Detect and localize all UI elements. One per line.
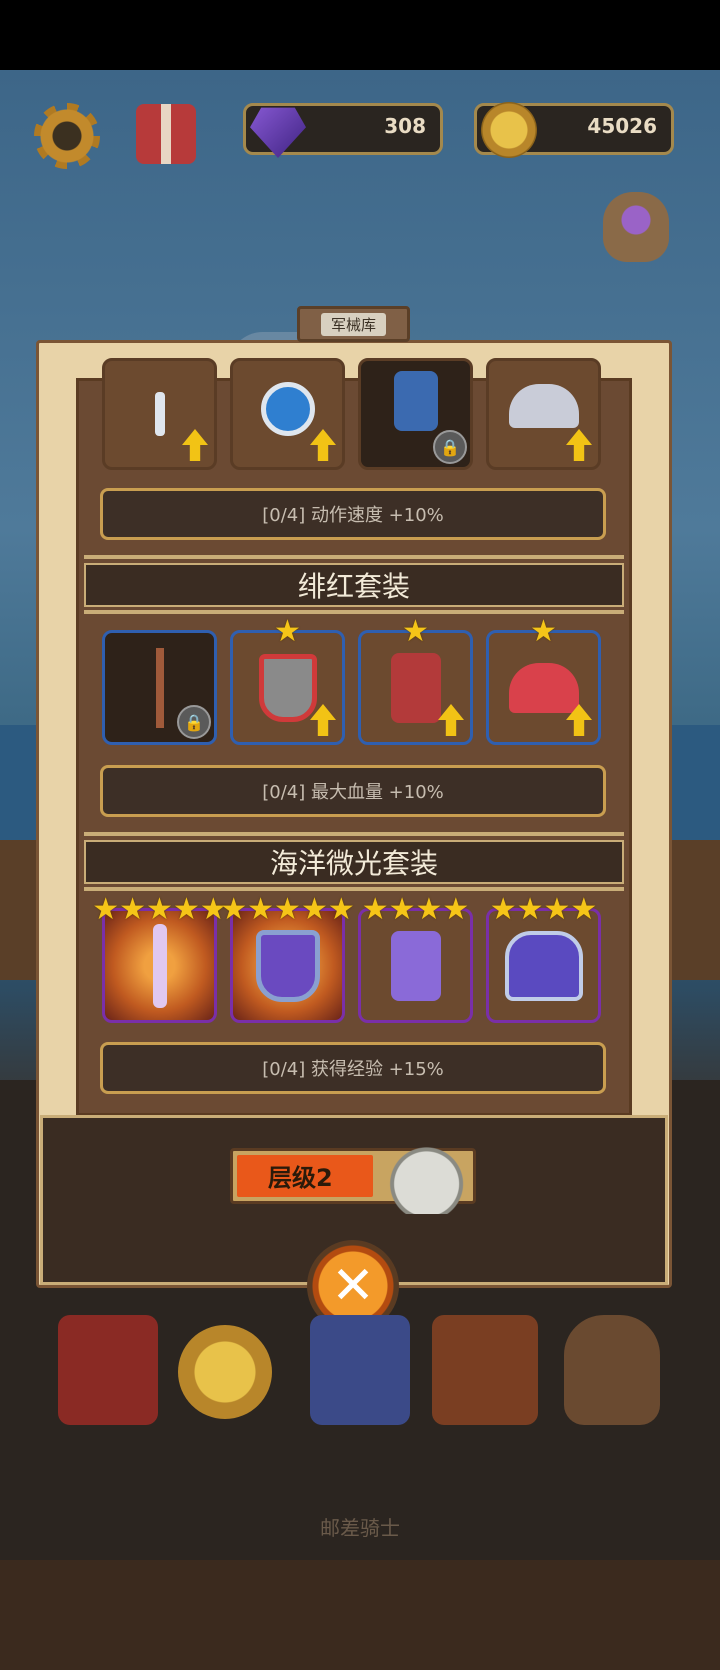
equipment-slot-ring[interactable] xyxy=(230,358,345,470)
divider xyxy=(84,887,624,891)
nav-cards-icon[interactable] xyxy=(310,1315,410,1425)
set-title: 海洋微光套装 xyxy=(84,840,624,884)
nav-backpack-icon[interactable] xyxy=(432,1315,538,1425)
equipment-slot-helmet[interactable] xyxy=(486,358,601,470)
equipment-slot-sword[interactable]: ★ ★ ★ ★ ★ xyxy=(92,895,227,1023)
coin-icon xyxy=(481,102,537,158)
star-icon: ★ xyxy=(220,892,248,927)
equipment-slot-armor[interactable]: ★ ★ ★ ★ xyxy=(358,895,473,1023)
star-icon: ★ xyxy=(274,614,301,649)
equipment-slot-dagger[interactable] xyxy=(102,358,217,470)
star-icon: ★ xyxy=(489,892,517,927)
star-icon: ★ xyxy=(516,892,544,927)
star-icon: ★ xyxy=(570,892,598,927)
star-icon: ★ xyxy=(361,892,389,927)
panel-title: 军械库 xyxy=(297,306,410,342)
equipment-slot-helmet[interactable]: ★ xyxy=(486,617,601,745)
star-icon: ★ xyxy=(119,892,147,927)
star-rating: ★ xyxy=(489,617,598,647)
star-icon: ★ xyxy=(415,892,443,927)
bottom-bar xyxy=(0,1560,720,1670)
star-rating: ★ ★ ★ ★ xyxy=(489,895,598,925)
close-icon: ✕ xyxy=(331,1256,375,1316)
divider xyxy=(84,832,624,836)
app-title: 邮差骑士 xyxy=(320,1516,400,1540)
shield-icon xyxy=(258,653,317,722)
equipment-slot-armor[interactable]: 🔒 xyxy=(358,358,473,470)
staff-icon xyxy=(155,647,164,728)
star-icon: ★ xyxy=(247,892,275,927)
equipment-slot-shield[interactable]: ★ ★ ★ ★ ★ xyxy=(220,895,355,1023)
star-rating: ★ ★ ★ ★ ★ xyxy=(92,892,227,927)
gem-counter[interactable]: 308 xyxy=(243,103,443,158)
equipment-slot-staff[interactable]: 🔒 xyxy=(102,630,217,745)
nav-book-icon[interactable] xyxy=(58,1315,158,1425)
star-icon: ★ xyxy=(442,892,470,927)
star-icon: ★ xyxy=(543,892,571,927)
upgrade-arrow-icon xyxy=(310,429,336,461)
coin-count: 45026 xyxy=(587,114,657,138)
upgrade-arrow-icon xyxy=(182,429,208,461)
gem-icon xyxy=(250,107,306,158)
divider xyxy=(84,555,624,559)
star-rating: ★ xyxy=(233,617,342,647)
equipment-slot-shield[interactable]: ★ xyxy=(230,617,345,745)
helmet-sword-icon xyxy=(376,1128,468,1214)
star-icon: ★ xyxy=(92,892,120,927)
ring-icon xyxy=(260,381,315,436)
gem-bag-icon[interactable] xyxy=(603,192,669,262)
set-bonus: [0/4] 最大血量 +10% xyxy=(100,765,606,817)
set-title: 绯红套装 xyxy=(84,563,624,607)
helmet-icon xyxy=(508,662,579,713)
gift-icon[interactable] xyxy=(136,104,196,164)
dagger-icon xyxy=(154,392,165,436)
equipment-slot-armor[interactable]: ★ xyxy=(358,617,473,745)
star-icon: ★ xyxy=(146,892,173,927)
gear-icon[interactable] xyxy=(34,103,100,169)
star-icon: ★ xyxy=(274,892,301,927)
star-rating: ★ ★ ★ ★ ★ xyxy=(220,892,355,927)
armor-icon xyxy=(390,652,441,723)
helmet-icon xyxy=(504,930,583,1001)
set-bonus: [0/4] 获得经验 +15% xyxy=(100,1042,606,1094)
upgrade-arrow-icon xyxy=(310,704,336,736)
upgrade-arrow-icon xyxy=(438,704,464,736)
coin-counter[interactable]: 45026 xyxy=(474,102,674,158)
tier-label: 层级2 xyxy=(268,1164,333,1192)
nav-treasure-icon[interactable] xyxy=(564,1315,660,1425)
lock-icon: 🔒 xyxy=(433,430,467,464)
armor-icon xyxy=(390,930,441,1001)
star-icon: ★ xyxy=(327,892,355,927)
equipment-slot-helmet[interactable]: ★ ★ ★ ★ xyxy=(486,895,601,1023)
nav-coin-icon[interactable] xyxy=(178,1325,272,1419)
star-rating: ★ ★ ★ ★ xyxy=(361,895,470,925)
star-icon: ★ xyxy=(388,892,416,927)
star-icon: ★ xyxy=(172,892,200,927)
helmet-icon xyxy=(508,383,579,428)
armor-icon xyxy=(393,371,438,432)
sword-icon xyxy=(152,923,167,1008)
upgrade-arrow-icon xyxy=(566,429,592,461)
lock-icon: 🔒 xyxy=(177,705,211,739)
star-icon: ★ xyxy=(300,892,328,927)
shield-icon xyxy=(255,929,320,1002)
set-bonus: [0/4] 动作速度 +10% xyxy=(100,488,606,540)
gem-count: 308 xyxy=(384,114,426,138)
star-rating: ★ xyxy=(361,617,470,647)
star-icon: ★ xyxy=(530,614,557,649)
star-icon: ★ xyxy=(402,614,429,649)
